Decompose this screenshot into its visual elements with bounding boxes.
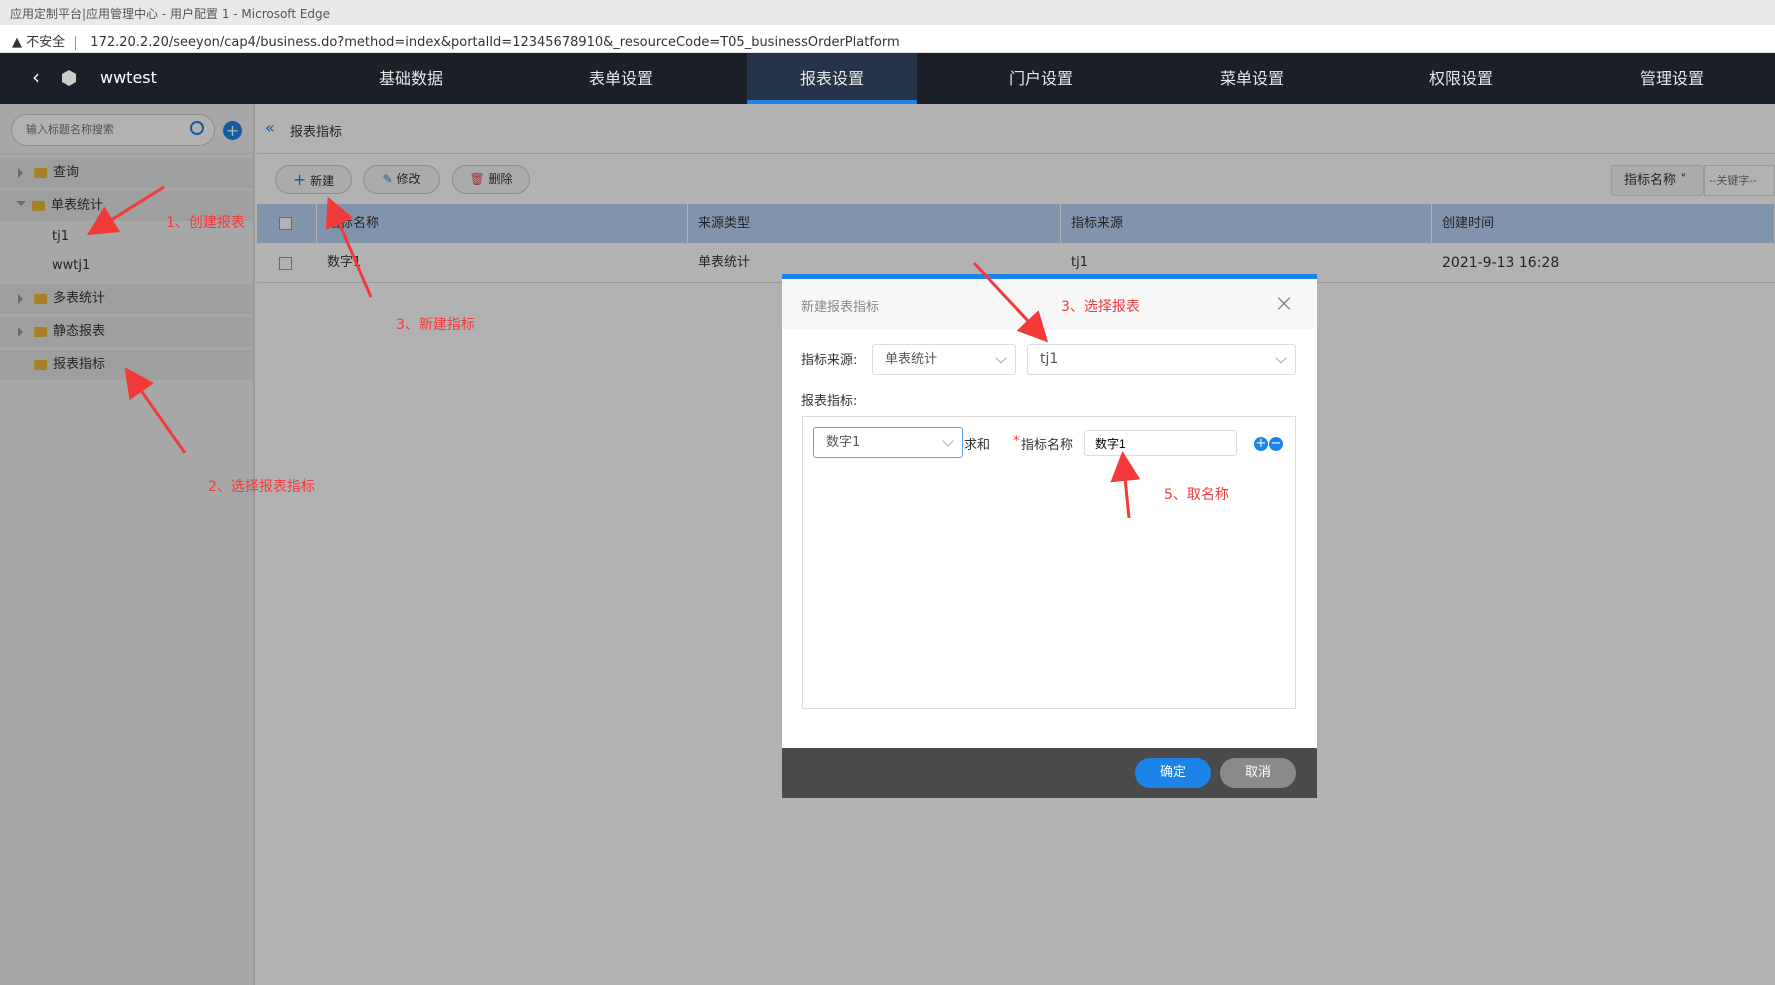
arrow-5 [1110, 451, 1141, 519]
annotation-2: 2、选择报表指标 [208, 479, 315, 495]
annotation-1: 1、创建报表 [166, 215, 245, 231]
annotation-4: 3、选择报表 [1061, 299, 1140, 315]
arrow-3 [325, 196, 373, 298]
arrow-2 [124, 367, 187, 454]
annotation-5: 5、取名称 [1164, 487, 1229, 503]
arrow-1 [86, 185, 165, 236]
arrow-4 [972, 261, 1049, 343]
annotation-3: 3、新建指标 [396, 317, 475, 333]
